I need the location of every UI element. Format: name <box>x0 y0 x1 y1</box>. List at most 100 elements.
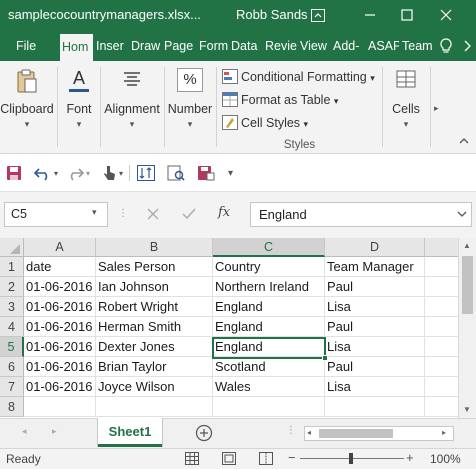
tab-team[interactable]: Team <box>400 31 434 61</box>
column-header-c[interactable]: C <box>213 238 325 257</box>
row-header[interactable]: 4 <box>0 317 24 337</box>
page-layout-view-icon[interactable] <box>222 452 236 468</box>
cell[interactable]: date <box>24 257 96 277</box>
tab-review[interactable]: Revie <box>263 31 297 61</box>
cell[interactable]: Sales Person <box>96 257 213 277</box>
undo-dropdown-icon[interactable]: ▾ <box>54 163 58 183</box>
scroll-right-icon[interactable]: ▸ <box>442 428 446 437</box>
name-box-dropdown-icon[interactable]: ▾ <box>92 207 97 218</box>
tab-asap[interactable]: ASAP <box>366 31 399 61</box>
cell[interactable]: England <box>213 337 325 357</box>
cell[interactable]: 01-06-2016 <box>24 297 96 317</box>
zoom-out-icon[interactable]: − <box>288 450 296 465</box>
insert-function-icon[interactable]: fx <box>218 205 230 220</box>
cell[interactable] <box>24 397 96 417</box>
previous-sheet-icon[interactable]: ◂ <box>22 426 27 437</box>
vertical-scrollbar[interactable]: ▲ ▼ <box>458 238 476 418</box>
number-group[interactable]: % Number ▾ <box>166 61 214 154</box>
cell[interactable] <box>425 337 458 357</box>
tab-add-ins[interactable]: Add- <box>331 31 365 61</box>
formula-input[interactable]: England <box>250 202 472 227</box>
select-all-button[interactable] <box>0 238 24 257</box>
redo-icon[interactable] <box>66 163 84 183</box>
expand-formula-bar-icon[interactable] <box>457 207 467 221</box>
cells-group[interactable]: Cells ▾ <box>384 61 428 154</box>
undo-icon[interactable] <box>34 163 52 183</box>
print-preview-icon[interactable] <box>167 163 185 183</box>
cell[interactable]: 01-06-2016 <box>24 277 96 297</box>
cell[interactable] <box>425 377 458 397</box>
normal-view-icon[interactable] <box>185 452 199 468</box>
scroll-up-icon[interactable]: ▲ <box>463 241 471 250</box>
vertical-scroll-thumb[interactable] <box>462 256 473 314</box>
cell[interactable]: Team Manager <box>325 257 425 277</box>
column-header-b[interactable]: B <box>96 238 213 257</box>
cell[interactable]: Paul <box>325 357 425 377</box>
cell[interactable]: 01-06-2016 <box>24 337 96 357</box>
cell[interactable]: Lisa <box>325 297 425 317</box>
cell[interactable]: Wales <box>213 377 325 397</box>
worksheet-grid[interactable]: A B C D 1 date Sales Person Country Team Man… <box>0 238 458 418</box>
row-header[interactable]: 2 <box>0 277 24 297</box>
minimize-icon[interactable] <box>356 4 384 26</box>
cell[interactable] <box>425 317 458 337</box>
scroll-right-icon[interactable] <box>463 40 471 55</box>
zoom-level[interactable]: 100% <box>430 452 461 466</box>
close-icon[interactable] <box>432 4 460 26</box>
conditional-formatting-button[interactable]: Conditional Formatting ▾ <box>222 67 375 87</box>
ribbon-scroll-right-icon[interactable]: ▸ <box>434 103 439 114</box>
tell-me-lightbulb-icon[interactable] <box>440 38 452 57</box>
cell[interactable] <box>425 397 458 417</box>
horizontal-scroll-thumb[interactable] <box>319 429 393 438</box>
row-header[interactable]: 8 <box>0 397 24 417</box>
cell[interactable]: Scotland <box>213 357 325 377</box>
cell[interactable]: Country <box>213 257 325 277</box>
cell[interactable]: Paul <box>325 317 425 337</box>
customize-toolbar-icon[interactable]: ▾ <box>228 163 233 183</box>
maximize-icon[interactable] <box>393 4 421 26</box>
cancel-icon[interactable] <box>146 207 160 224</box>
tab-view[interactable]: View <box>298 31 330 61</box>
cell[interactable]: Paul <box>325 277 425 297</box>
scroll-left-icon[interactable]: ◂ <box>307 428 311 437</box>
page-break-preview-icon[interactable] <box>259 452 273 468</box>
scroll-down-icon[interactable]: ▼ <box>463 405 471 414</box>
font-group[interactable]: A Font ▾ <box>60 61 98 154</box>
tab-home[interactable]: Hom <box>60 34 93 61</box>
save-icon[interactable] <box>6 163 22 183</box>
column-header-a[interactable]: A <box>24 238 96 257</box>
touch-mode-icon[interactable] <box>101 163 117 183</box>
cell[interactable]: Northern Ireland <box>213 277 325 297</box>
enter-icon[interactable] <box>182 207 196 224</box>
cell[interactable] <box>425 277 458 297</box>
cell[interactable]: 01-06-2016 <box>24 317 96 337</box>
horizontal-scrollbar[interactable]: ◂ ▸ <box>304 426 454 441</box>
cell[interactable] <box>425 357 458 377</box>
tab-data[interactable]: Data <box>229 31 262 61</box>
cell[interactable]: 01-06-2016 <box>24 377 96 397</box>
tab-insert[interactable]: Inser <box>94 31 128 61</box>
tab-formulas[interactable]: Form <box>197 31 228 61</box>
alignment-group[interactable]: Alignment ▾ <box>102 61 162 154</box>
cell[interactable] <box>213 397 325 417</box>
cell[interactable] <box>325 397 425 417</box>
cell[interactable] <box>96 397 213 417</box>
cell[interactable]: Robert Wright <box>96 297 213 317</box>
cell[interactable]: Brian Taylor <box>96 357 213 377</box>
tab-draw[interactable]: Draw <box>129 31 161 61</box>
sort-icon[interactable] <box>137 163 155 183</box>
zoom-in-icon[interactable]: + <box>406 450 414 465</box>
cell[interactable]: Herman Smith <box>96 317 213 337</box>
cell[interactable]: Dexter Jones <box>96 337 213 357</box>
cell[interactable]: Lisa <box>325 337 425 357</box>
tab-split-handle-icon[interactable]: ⋮ <box>286 425 296 436</box>
cell[interactable]: Lisa <box>325 377 425 397</box>
touch-mode-dropdown-icon[interactable]: ▾ <box>119 163 123 183</box>
save-as-icon[interactable] <box>197 163 215 183</box>
cell[interactable]: England <box>213 297 325 317</box>
row-header[interactable]: 7 <box>0 377 24 397</box>
user-name[interactable]: Robb Sands <box>236 7 308 22</box>
row-header[interactable]: 3 <box>0 297 24 317</box>
row-header[interactable]: 5 <box>0 337 24 357</box>
cell[interactable]: Joyce Wilson <box>96 377 213 397</box>
